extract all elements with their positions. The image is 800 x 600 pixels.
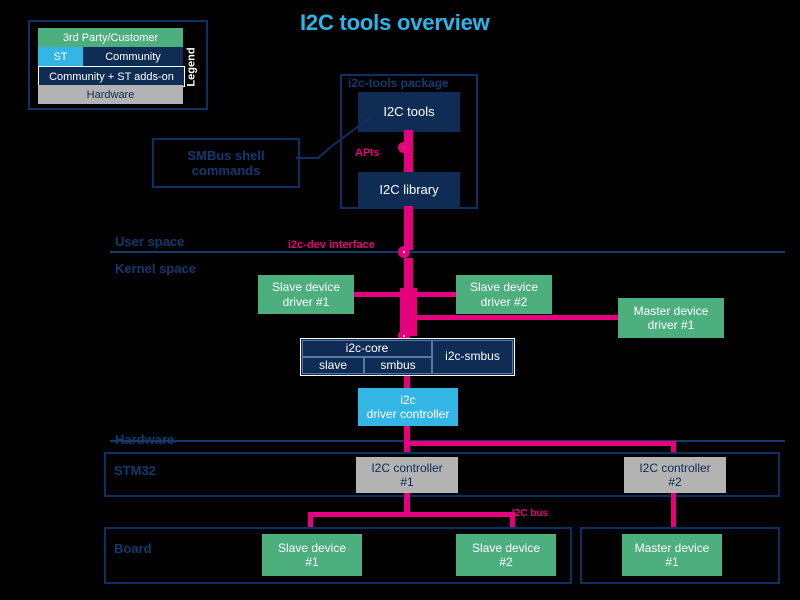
legend-item-hardware: Hardware bbox=[38, 85, 183, 104]
i2c-core-slave-box: slave bbox=[302, 357, 364, 374]
i2c-bus-horizontal bbox=[308, 512, 515, 517]
api-connector-line bbox=[404, 130, 413, 176]
legend-rows: 3rd Party/Customer ST Community Communit… bbox=[38, 28, 185, 106]
i2c-controller-2-line1: I2C controller bbox=[639, 460, 711, 475]
i2c-controller-1-box: I2C controller #1 bbox=[356, 457, 458, 493]
smbus-shell-commands-line1: SMBus shell bbox=[187, 148, 265, 163]
slave-device-driver-2-line2: driver #2 bbox=[480, 294, 528, 309]
board-label: Board bbox=[114, 541, 152, 556]
i2c-core-box: i2c-core bbox=[302, 340, 432, 357]
slave-device-2-line1: Slave device bbox=[471, 540, 541, 555]
slave-device-1-line1: Slave device bbox=[277, 540, 347, 555]
page-title: I2C tools overview bbox=[300, 10, 490, 35]
i2c-dev-junction-dot bbox=[398, 246, 410, 258]
slave-device-driver-1-box: Slave device driver #1 bbox=[258, 275, 354, 314]
slave-device-2-line2: #2 bbox=[499, 555, 513, 569]
i2c-dev-interface-label: i2c-dev interface bbox=[288, 239, 375, 251]
legend-item-community-st-addon: Community + ST adds-on bbox=[38, 66, 185, 87]
master-device-driver-1-line2: driver #1 bbox=[647, 318, 695, 332]
legend-title-text: Legend bbox=[186, 47, 198, 87]
hardware-label: Hardware bbox=[115, 432, 175, 447]
i2c-driver-controller-line1: i2c bbox=[400, 392, 416, 407]
kernel-trunk-thin bbox=[404, 258, 413, 288]
master-device-driver-1-line1: Master device bbox=[633, 303, 709, 318]
i2c-driver-controller-line2: driver controller bbox=[366, 407, 450, 421]
i2c-driver-controller-box: i2c driver controller bbox=[358, 388, 458, 426]
i2c-controller-1-line1: I2C controller bbox=[371, 460, 443, 475]
i2c-smbus-box: i2c-smbus bbox=[432, 340, 513, 374]
i2c-core-smbus-box: smbus bbox=[364, 357, 432, 374]
slave-device-driver-2-box: Slave device driver #2 bbox=[456, 275, 552, 314]
i2c-controller-1-line2: #1 bbox=[400, 475, 414, 489]
i2c-library-box: I2C library bbox=[358, 172, 460, 208]
kernel-space-label: Kernel space bbox=[115, 261, 196, 276]
smbus-shell-commands-line2: commands bbox=[191, 163, 261, 178]
slave-device-driver-2-line1: Slave device bbox=[469, 280, 539, 295]
slave-device-driver-1-line2: driver #1 bbox=[282, 294, 330, 309]
master-device-driver-1-box: Master device driver #1 bbox=[618, 298, 724, 338]
smbus-shell-commands-box: SMBus shell commands bbox=[152, 138, 300, 188]
master-driver-1-connector bbox=[413, 315, 618, 320]
i2c-bus-label: I2C bus bbox=[512, 508, 549, 519]
legend-item-st: ST bbox=[38, 47, 83, 66]
slave-device-1-box: Slave device #1 bbox=[262, 534, 362, 576]
master-device-1-line1: Master device bbox=[634, 540, 710, 555]
slave-device-driver-1-line1: Slave device bbox=[271, 280, 341, 295]
i2c-tools-package-label: i2c-tools package bbox=[348, 76, 449, 90]
legend-item-community-st-addon-label: Community + ST adds-on bbox=[39, 67, 184, 86]
legend-title: Legend bbox=[182, 28, 202, 106]
slave-device-2-box: Slave device #2 bbox=[456, 534, 556, 576]
diagram-canvas: I2C tools overview 3rd Party/Customer ST… bbox=[0, 0, 800, 600]
controller-bridge-horizontal bbox=[404, 441, 676, 446]
smbus-leader-line bbox=[296, 115, 373, 159]
legend: 3rd Party/Customer ST Community Communit… bbox=[28, 20, 208, 110]
i2c-dev-trunk-upper bbox=[404, 206, 413, 250]
stm32-label: STM32 bbox=[114, 463, 156, 478]
user-space-label: User space bbox=[115, 234, 185, 249]
user-kernel-divider bbox=[110, 251, 785, 253]
legend-item-community: Community bbox=[83, 47, 183, 66]
slave-device-1-line2: #1 bbox=[305, 555, 319, 569]
api-junction-dot bbox=[398, 142, 409, 153]
slave-driver-1-connector bbox=[352, 292, 404, 297]
master-device-1-line2: #1 bbox=[665, 555, 679, 569]
i2c-controller-2-line2: #2 bbox=[668, 475, 682, 489]
core-to-controller-connector bbox=[404, 376, 410, 388]
master-device-1-box: Master device #1 bbox=[622, 534, 722, 576]
i2c-controller-2-box: I2C controller #2 bbox=[624, 457, 726, 493]
legend-item-third-party: 3rd Party/Customer bbox=[38, 28, 183, 47]
slave-driver-2-connector bbox=[413, 292, 458, 297]
